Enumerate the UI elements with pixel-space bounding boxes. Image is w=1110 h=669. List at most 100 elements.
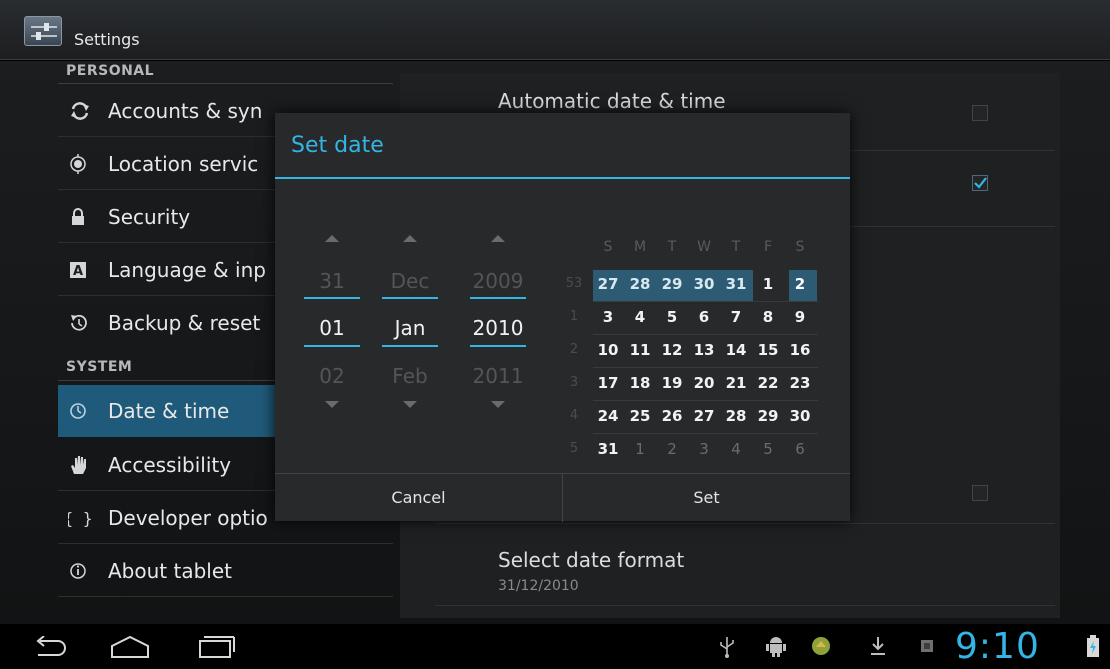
- calendar-day[interactable]: 20: [689, 374, 719, 392]
- set-button[interactable]: Set: [563, 474, 850, 522]
- calendar-day[interactable]: 1: [753, 275, 783, 293]
- checkbox-24-hour-format[interactable]: [972, 485, 988, 501]
- calendar-day[interactable]: 27: [593, 275, 623, 293]
- calendar-day-selected[interactable]: 2: [785, 275, 815, 293]
- calendar-day[interactable]: 5: [753, 440, 783, 458]
- calendar-day[interactable]: 15: [753, 341, 783, 359]
- back-icon[interactable]: [30, 636, 70, 658]
- pref-summary: 31/12/2010: [498, 578, 579, 594]
- cancel-button[interactable]: Cancel: [275, 474, 562, 522]
- recent-apps-icon[interactable]: [196, 634, 236, 660]
- weekday-header: F: [763, 239, 773, 255]
- calendar-day[interactable]: 4: [721, 440, 751, 458]
- set-date-dialog: Set date 31 01 02 Dec Jan Feb 2009 2010 …: [275, 113, 850, 522]
- calendar-day[interactable]: 30: [689, 275, 719, 293]
- calendar-day[interactable]: 8: [753, 308, 783, 326]
- calendar-day[interactable]: 25: [625, 407, 655, 425]
- month-next-value[interactable]: Feb: [380, 364, 440, 388]
- calendar-day[interactable]: 14: [721, 341, 751, 359]
- checkbox-automatic-time-zone[interactable]: [972, 175, 988, 191]
- month-increment-arrow-icon[interactable]: [403, 235, 417, 242]
- calendar-day[interactable]: 22: [753, 374, 783, 392]
- calendar-day[interactable]: 30: [785, 407, 815, 425]
- month-prev-value[interactable]: Dec: [380, 269, 440, 293]
- calendar-day[interactable]: 31: [593, 440, 623, 458]
- calendar-view[interactable]: S M T W T F S 53 27 28 29 30 31 1 2 1 3 …: [563, 235, 818, 475]
- info-icon: [70, 563, 86, 579]
- year-increment-arrow-icon[interactable]: [491, 235, 505, 242]
- calendar-day[interactable]: 23: [785, 374, 815, 392]
- day-spinner[interactable]: 31 01 02: [302, 223, 362, 423]
- weekday-header: W: [697, 239, 711, 255]
- calendar-day[interactable]: 19: [657, 374, 687, 392]
- weekday-header: S: [795, 239, 805, 255]
- calendar-day[interactable]: 16: [785, 341, 815, 359]
- calendar-day[interactable]: 13: [689, 341, 719, 359]
- calendar-day[interactable]: 6: [689, 308, 719, 326]
- calendar-day[interactable]: 12: [657, 341, 687, 359]
- day-current-value[interactable]: 01: [302, 316, 362, 340]
- week-number: 2: [569, 342, 579, 357]
- checkbox-automatic-date-time[interactable]: [972, 105, 988, 121]
- spinner-selection-line: [304, 297, 360, 299]
- calendar-day[interactable]: 3: [593, 308, 623, 326]
- battery-icon[interactable]: [1086, 634, 1100, 658]
- calendar-day[interactable]: 17: [593, 374, 623, 392]
- calendar-day[interactable]: 6: [785, 440, 815, 458]
- section-header-personal: PERSONAL: [66, 63, 155, 79]
- nav-label: Backup & reset: [108, 311, 261, 335]
- calendar-day[interactable]: 29: [657, 275, 687, 293]
- spinner-selection-line: [382, 297, 438, 299]
- day-increment-arrow-icon[interactable]: [325, 235, 339, 242]
- calendar-day[interactable]: 29: [753, 407, 783, 425]
- braces-icon: { }: [68, 509, 92, 528]
- week-number: 3: [569, 375, 579, 390]
- year-next-value[interactable]: 2011: [468, 364, 528, 388]
- calendar-day[interactable]: 1: [625, 440, 655, 458]
- calendar-day[interactable]: 26: [657, 407, 687, 425]
- spinner-selection-line: [304, 345, 360, 347]
- day-prev-value[interactable]: 31: [302, 269, 362, 293]
- calendar-day[interactable]: 7: [721, 308, 751, 326]
- nav-label: Location servic: [108, 152, 259, 176]
- svg-text:A: A: [73, 264, 83, 279]
- year-current-value[interactable]: 2010: [468, 316, 528, 340]
- settings-app-icon[interactable]: [24, 16, 62, 46]
- calendar-day[interactable]: 27: [689, 407, 719, 425]
- calendar-day[interactable]: 21: [721, 374, 751, 392]
- year-prev-value[interactable]: 2009: [468, 269, 528, 293]
- calendar-day[interactable]: 4: [625, 308, 655, 326]
- calendar-day[interactable]: 11: [625, 341, 655, 359]
- calendar-day[interactable]: 2: [657, 440, 687, 458]
- year-spinner[interactable]: 2009 2010 2011: [468, 223, 528, 423]
- calendar-day[interactable]: 3: [689, 440, 719, 458]
- weekday-header: M: [633, 239, 647, 255]
- calendar-day[interactable]: 24: [593, 407, 623, 425]
- calendar-day[interactable]: 31: [721, 275, 751, 293]
- home-icon[interactable]: [108, 634, 152, 660]
- clock[interactable]: 9:10: [955, 626, 1040, 667]
- week-number: 5: [569, 441, 579, 456]
- calendar-day[interactable]: 28: [625, 275, 655, 293]
- week-number: 4: [569, 408, 579, 423]
- dialog-button-bar: Cancel Set: [275, 473, 850, 522]
- calendar-day[interactable]: 28: [721, 407, 751, 425]
- calendar-week-row: 3 17 18 19 20 21 22 23: [563, 368, 818, 401]
- nav-item-about-tablet[interactable]: About tablet: [58, 545, 393, 597]
- android-debug-icon: [766, 637, 786, 657]
- month-current-value[interactable]: Jan: [380, 316, 440, 340]
- day-decrement-arrow-icon[interactable]: [325, 401, 339, 408]
- nav-label: Security: [108, 205, 191, 229]
- language-icon: A: [70, 262, 86, 279]
- day-next-value[interactable]: 02: [302, 364, 362, 388]
- sd-card-icon: [921, 640, 933, 652]
- month-decrement-arrow-icon[interactable]: [403, 401, 417, 408]
- year-decrement-arrow-icon[interactable]: [491, 401, 505, 408]
- month-spinner[interactable]: Dec Jan Feb: [380, 223, 440, 423]
- sync-icon: [71, 102, 89, 120]
- calendar-day[interactable]: 10: [593, 341, 623, 359]
- calendar-day[interactable]: 5: [657, 308, 687, 326]
- pref-select-date-format[interactable]: Select date format 31/12/2010: [435, 524, 1055, 606]
- calendar-day[interactable]: 18: [625, 374, 655, 392]
- calendar-day[interactable]: 9: [785, 308, 815, 326]
